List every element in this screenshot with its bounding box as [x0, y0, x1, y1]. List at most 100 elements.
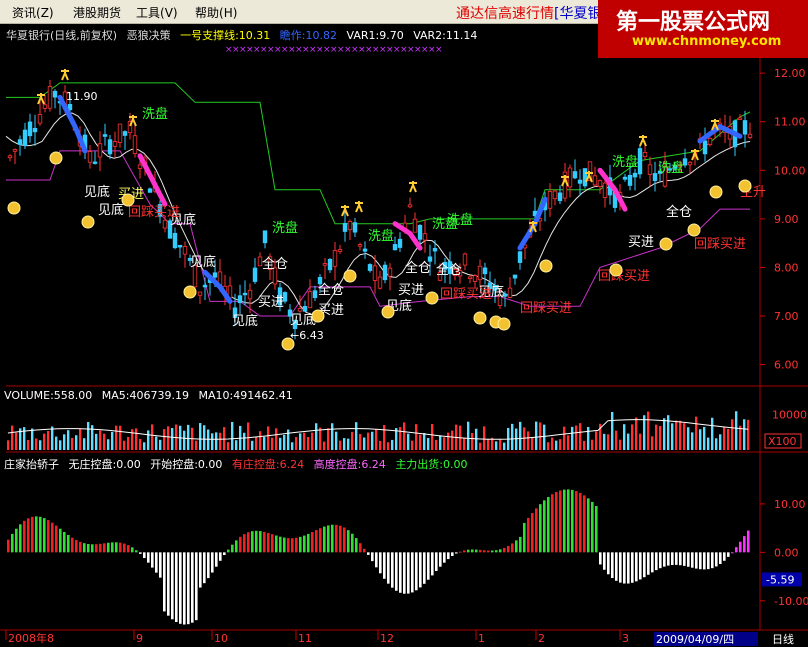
- indicator-bar-positive: [535, 508, 538, 553]
- candle-up: [97, 143, 103, 158]
- candle-up: [297, 308, 303, 312]
- money-bag-icon: [311, 309, 325, 323]
- indicator-bar-negative: [443, 552, 446, 563]
- indicator-bar-negative: [367, 552, 370, 555]
- volume-bar-down: [687, 427, 690, 450]
- volume-bar-up: [351, 431, 354, 450]
- money-bag-icon: [738, 179, 752, 193]
- chart-annotation: 见底: [232, 313, 258, 329]
- volume-bar-up: [79, 428, 82, 450]
- volume-bar-down: [587, 426, 590, 450]
- volume-bar-up: [435, 439, 438, 450]
- volume-label: VOLUME:558.00: [4, 389, 93, 402]
- candle-up: [642, 152, 648, 158]
- indicator-bar-positive: [539, 504, 542, 553]
- indicator-bar-negative: [419, 552, 422, 588]
- indicator-bar-positive: [343, 527, 346, 553]
- volume-bar-up: [499, 439, 502, 450]
- volume-bar-up: [483, 426, 486, 450]
- menu-item-hk-futures[interactable]: 港股期货: [73, 4, 121, 21]
- indicator-bar-positive: [463, 550, 466, 553]
- money-bag-icon: [381, 305, 395, 319]
- indicator-bar-negative: [691, 552, 694, 568]
- volume-bar-down: [735, 411, 738, 450]
- volume-bar-down: [251, 440, 254, 450]
- time-tick-label: 10: [214, 632, 228, 645]
- indicator-bar-positive: [743, 536, 746, 553]
- candle-down: [22, 129, 28, 147]
- volume-bar-down: [535, 421, 538, 450]
- volume-bar-up: [379, 440, 382, 450]
- indicator-bar-negative: [727, 552, 730, 557]
- indicator-bar-negative: [203, 552, 206, 584]
- indicator-bar-negative: [191, 552, 194, 623]
- volume-bar-down: [159, 439, 162, 450]
- indicator-bar-positive: [559, 490, 562, 553]
- volume-bar-up: [103, 433, 106, 450]
- menu-item-info[interactable]: 资讯(Z): [12, 4, 54, 21]
- indicator-bar-positive: [235, 540, 238, 553]
- menu-item-help[interactable]: 帮助(H): [195, 4, 237, 21]
- indicator-tick-label: -10.00: [774, 595, 808, 608]
- candle-down: [147, 188, 153, 193]
- indicator-bar-negative: [187, 552, 190, 625]
- volume-bar-down: [343, 438, 346, 450]
- volume-bar-up: [547, 442, 550, 450]
- candle-down: [262, 230, 268, 244]
- candle-down: [557, 192, 563, 202]
- low-price-label: ←6.43: [290, 329, 324, 342]
- indicator-bar-negative: [423, 552, 426, 584]
- indicator-bar-positive: [551, 494, 554, 553]
- menu-item-tools[interactable]: 工具(V): [136, 4, 178, 21]
- candle-up: [592, 175, 598, 186]
- indicator-bar-positive: [583, 495, 586, 553]
- time-tick-label: 9: [136, 632, 143, 645]
- volume-bar-up: [739, 425, 742, 450]
- indicator-title: 庄家抬轿子: [4, 458, 59, 471]
- indicator-bar-negative: [379, 552, 382, 574]
- volume-bar-up: [595, 431, 598, 450]
- candle-down: [432, 248, 438, 252]
- indicator-bar-negative: [451, 552, 454, 556]
- volume-bar-up: [559, 439, 562, 450]
- candle-up: [322, 263, 328, 266]
- indicator-bar-negative: [439, 552, 442, 567]
- indicator-bar-negative: [167, 552, 170, 616]
- chart-annotation: 买进: [628, 235, 654, 250]
- volume-bar-down: [199, 423, 202, 450]
- volume-bar-down: [215, 432, 218, 450]
- indicator-bar-negative: [387, 552, 390, 584]
- indicator-bar-positive: [579, 492, 582, 553]
- indicator-bar-positive: [363, 548, 366, 553]
- volume-bar-down: [555, 440, 558, 450]
- chart-canvas[interactable]: 洗盘洗盘洗盘洗盘洗盘洗盘洗盘见底见底见底见底见底见底见底见底买进买进买进买进买进…: [0, 0, 808, 647]
- volume-bar-down: [155, 436, 158, 450]
- volume-bar-down: [143, 442, 146, 450]
- volume-bar-down: [187, 424, 190, 450]
- current-value-label: -5.59: [766, 573, 794, 586]
- indicator-bar-positive: [303, 535, 306, 553]
- candle-down: [32, 128, 38, 133]
- volume-bar-down: [571, 426, 574, 450]
- indicator-bar-positive: [479, 549, 482, 553]
- candle-down: [632, 172, 638, 178]
- indicator-bar-negative: [603, 552, 606, 570]
- candle-up: [337, 249, 343, 252]
- volume-bar-up: [635, 417, 638, 450]
- indicator-bar-negative: [171, 552, 174, 620]
- indicator-bar-positive: [595, 505, 598, 553]
- indicator-bar-positive: [11, 533, 14, 553]
- price-tick-label: 10.00: [774, 164, 806, 177]
- indicator-bar-positive: [315, 530, 318, 553]
- indicator-bar-negative: [143, 552, 146, 559]
- volume-bar-down: [511, 423, 514, 450]
- indicator-bar-positive: [123, 543, 126, 553]
- indicator-bar-negative: [623, 552, 626, 584]
- candle-up: [707, 137, 713, 146]
- indicator-bar-negative: [163, 552, 166, 612]
- time-tick-label: 11: [298, 632, 312, 645]
- indicator-start: 开始控盘:0.00: [150, 458, 223, 471]
- time-tick-label: 3: [622, 632, 629, 645]
- volume-bar-up: [727, 428, 730, 450]
- volume-bar-down: [203, 425, 206, 450]
